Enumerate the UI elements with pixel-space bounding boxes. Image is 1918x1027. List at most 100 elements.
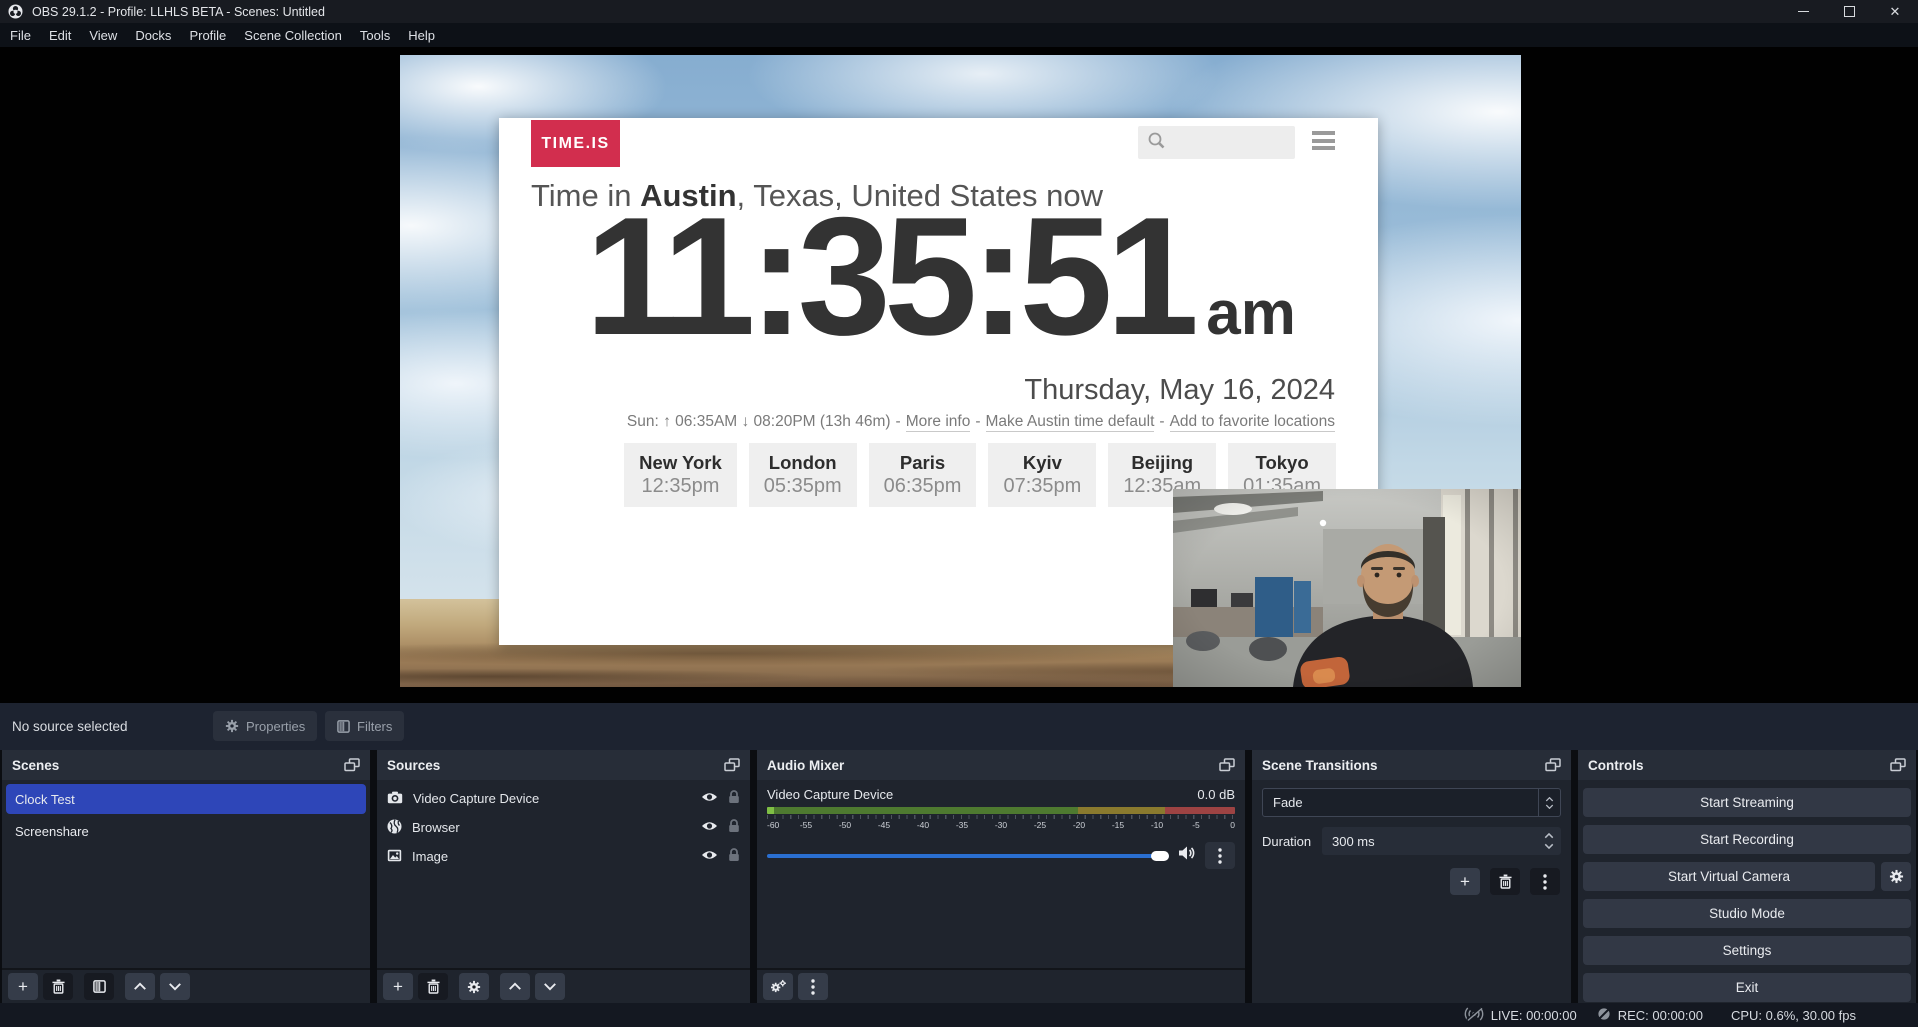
scenes-dock-header: Scenes xyxy=(2,750,370,780)
audio-mixer-dock-title: Audio Mixer xyxy=(767,758,844,773)
spinner-arrows-icon[interactable] xyxy=(1544,827,1554,855)
controls-dock: Controls Start Streaming Start Recording… xyxy=(1578,750,1916,1003)
search-input xyxy=(1138,126,1295,159)
controls-dock-header: Controls xyxy=(1578,750,1916,780)
visibility-eye-icon[interactable] xyxy=(701,791,718,806)
controls-dock-title: Controls xyxy=(1588,758,1644,773)
popout-icon[interactable] xyxy=(1890,758,1906,772)
advanced-audio-gears-icon[interactable] xyxy=(763,973,793,1000)
remove-transition-button[interactable] xyxy=(1490,868,1520,895)
volume-slider-handle[interactable] xyxy=(1151,851,1169,861)
source-item-browser[interactable]: Browser xyxy=(377,813,750,842)
scenes-dock-title: Scenes xyxy=(12,758,59,773)
mixer-menu-dots-button[interactable] xyxy=(798,973,828,1000)
live-status: LIVE: 00:00:00 xyxy=(1464,1007,1577,1024)
timeis-logo: TIME.IS xyxy=(531,120,620,167)
add-transition-button[interactable]: + xyxy=(1450,868,1480,895)
virtual-camera-config-button[interactable] xyxy=(1881,862,1911,891)
duration-value: 300 ms xyxy=(1332,834,1375,849)
start-recording-button[interactable]: Start Recording xyxy=(1583,825,1911,854)
scenes-dock: Scenes Clock Test Screenshare + xyxy=(2,750,370,1003)
lock-icon[interactable] xyxy=(728,790,740,807)
popout-icon[interactable] xyxy=(1219,758,1235,772)
sources-dock: Sources Video Capture Device Browser xyxy=(377,750,750,1003)
source-item-image[interactable]: Image xyxy=(377,842,750,871)
mixer-level-db: 0.0 dB xyxy=(1197,787,1235,802)
webcam-video xyxy=(1173,489,1521,687)
move-scene-down-button[interactable] xyxy=(160,973,190,1000)
move-source-up-button[interactable] xyxy=(500,973,530,1000)
combo-arrows-icon xyxy=(1538,789,1560,816)
audio-mixer-dock-header: Audio Mixer xyxy=(757,750,1245,780)
move-source-down-button[interactable] xyxy=(535,973,565,1000)
scene-filters-button[interactable] xyxy=(84,973,114,1000)
preview-area: TIME.IS Time in Austin, Texas, United St… xyxy=(0,47,1918,703)
minimize-button[interactable] xyxy=(1780,0,1826,23)
maximize-button[interactable] xyxy=(1826,0,1872,23)
menu-bar: File Edit View Docks Profile Scene Colle… xyxy=(0,23,1918,47)
volume-meter xyxy=(767,807,1235,814)
popout-icon[interactable] xyxy=(724,758,740,772)
cpu-fps-status: CPU: 0.6%, 30.00 fps xyxy=(1731,1008,1856,1023)
lock-icon[interactable] xyxy=(728,848,740,865)
start-streaming-button[interactable]: Start Streaming xyxy=(1583,788,1911,817)
duration-spinner[interactable]: 300 ms xyxy=(1322,827,1561,855)
visibility-eye-icon[interactable] xyxy=(701,849,718,864)
meter-scale: -60-55-50-45-40-35-30-25-20-15-10-50 xyxy=(767,819,1235,831)
duration-label: Duration xyxy=(1262,834,1314,849)
obs-window: OBS 29.1.2 - Profile: LLHLS BETA - Scene… xyxy=(0,0,1918,1027)
remove-source-button[interactable] xyxy=(418,973,448,1000)
gear-icon xyxy=(225,719,239,733)
popout-icon[interactable] xyxy=(344,758,360,772)
clock-ampm: am xyxy=(1206,278,1296,349)
audio-mixer-dock: Audio Mixer Video Capture Device 0.0 dB … xyxy=(757,750,1245,1003)
sources-dock-header: Sources xyxy=(377,750,750,780)
visibility-eye-icon[interactable] xyxy=(701,820,718,835)
settings-button[interactable]: Settings xyxy=(1583,936,1911,965)
mixer-channel-menu-button[interactable] xyxy=(1205,842,1235,869)
menu-scene-collection[interactable]: Scene Collection xyxy=(235,23,351,47)
globe-icon xyxy=(387,819,402,837)
add-source-button[interactable]: + xyxy=(383,973,413,1000)
menu-tools[interactable]: Tools xyxy=(351,23,399,47)
move-scene-up-button[interactable] xyxy=(125,973,155,1000)
scene-item-clock-test[interactable]: Clock Test xyxy=(6,784,366,814)
timeis-date: Thursday, May 16, 2024 xyxy=(1024,374,1335,407)
city-box: Paris06:35pm xyxy=(869,443,977,507)
add-scene-button[interactable]: + xyxy=(8,973,38,1000)
menu-file[interactable]: File xyxy=(1,23,40,47)
source-item-video-capture[interactable]: Video Capture Device xyxy=(377,784,750,813)
obs-logo-icon xyxy=(8,4,23,19)
studio-mode-button[interactable]: Studio Mode xyxy=(1583,899,1911,928)
lock-icon[interactable] xyxy=(728,819,740,836)
scene-item-screenshare[interactable]: Screenshare xyxy=(6,816,366,846)
menu-edit[interactable]: Edit xyxy=(40,23,80,47)
link-make-default: Make Austin time default xyxy=(986,413,1155,432)
volume-slider[interactable] xyxy=(767,854,1169,858)
filters-button[interactable]: Filters xyxy=(325,711,404,741)
rec-status: REC: 00:00:00 xyxy=(1597,1007,1703,1024)
close-button[interactable]: ✕ xyxy=(1872,0,1918,23)
hamburger-menu-icon xyxy=(1312,131,1335,150)
source-properties-gear-button[interactable] xyxy=(459,973,489,1000)
transition-properties-dots-button[interactable] xyxy=(1530,868,1560,895)
menu-help[interactable]: Help xyxy=(399,23,444,47)
properties-button[interactable]: Properties xyxy=(213,711,317,741)
exit-button[interactable]: Exit xyxy=(1583,973,1911,1002)
menu-view[interactable]: View xyxy=(80,23,126,47)
menu-docks[interactable]: Docks xyxy=(126,23,180,47)
filters-icon xyxy=(337,720,350,733)
timeis-sun-line: Sun: ↑ 06:35AM ↓ 08:20PM (13h 46m)-More … xyxy=(627,413,1335,431)
webcam-overlay-source[interactable] xyxy=(1173,489,1521,687)
remove-scene-button[interactable] xyxy=(43,973,73,1000)
start-virtual-camera-button[interactable]: Start Virtual Camera xyxy=(1583,862,1875,891)
popout-icon[interactable] xyxy=(1545,758,1561,772)
speaker-icon[interactable] xyxy=(1178,845,1196,866)
link-more-info: More info xyxy=(906,413,971,432)
mixer-channel-name: Video Capture Device xyxy=(767,787,893,802)
menu-profile[interactable]: Profile xyxy=(180,23,235,47)
mixer-toolbar xyxy=(757,968,1245,1003)
transition-select[interactable]: Fade xyxy=(1262,788,1561,817)
search-icon xyxy=(1147,131,1166,155)
preview-canvas[interactable]: TIME.IS Time in Austin, Texas, United St… xyxy=(400,55,1521,687)
